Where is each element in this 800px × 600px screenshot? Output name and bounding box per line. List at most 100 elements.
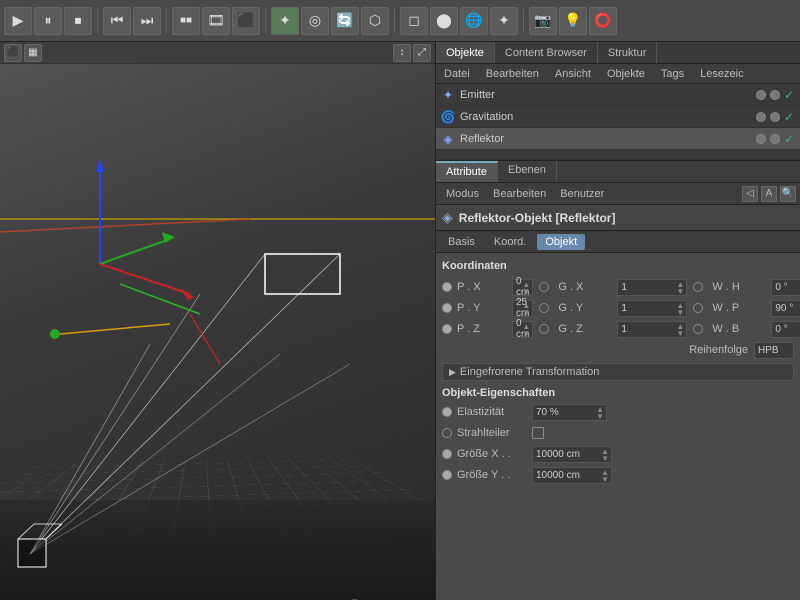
vp-icon-1[interactable]: ⬛ [4, 44, 22, 62]
toolbar-icon-11[interactable]: 🔄 [331, 7, 359, 35]
gravitation-dot1[interactable] [756, 112, 766, 122]
pz-arrows: ▲▼ [522, 323, 530, 337]
menu-datei[interactable]: Datei [436, 66, 478, 82]
toolbar-icon-13[interactable]: ◻ [400, 7, 428, 35]
reflektor-dot1[interactable] [756, 134, 766, 144]
menu-bearbeiten[interactable]: Bearbeiten [478, 66, 547, 82]
tab-objekte[interactable]: Objekte [436, 42, 495, 63]
toolbar-icon-1[interactable]: ▶ [4, 7, 32, 35]
toolbar-icon-8[interactable]: ⬛ [232, 7, 260, 35]
toolbar-icon-12[interactable]: ⬡ [361, 7, 389, 35]
gravitation-dot2[interactable] [770, 112, 780, 122]
obj-title-icon: ◈ [442, 209, 453, 226]
gz-input[interactable]: 1 ▲▼ [617, 321, 687, 338]
grosse-y-input[interactable]: 10000 cm ▲▼ [532, 467, 612, 484]
toolbar-icon-18[interactable]: 💡 [559, 7, 587, 35]
strahteiler-radio[interactable] [442, 428, 452, 438]
reihenfolge-val[interactable]: HPB [754, 342, 794, 359]
grosse-y-arrows: ▲▼ [601, 469, 609, 483]
viewport[interactable]: ⬛ ▦ ↕ ⤢ [0, 42, 435, 600]
wb-radio[interactable] [693, 324, 703, 334]
prop-row-elastizitat: Elastizität 70 % ▲▼ [436, 402, 800, 422]
gravitation-icon: 🌀 [440, 109, 456, 125]
vp-icon-arrows[interactable]: ↕ [393, 44, 411, 62]
grosse-x-input[interactable]: 10000 cm ▲▼ [532, 446, 612, 463]
wp-input[interactable]: 90 ° ▲▼ [771, 300, 800, 317]
emitter-check: ✓ [784, 88, 794, 102]
menu-ansicht[interactable]: Ansicht [547, 66, 599, 82]
attr-modus-btn[interactable]: Modus [440, 187, 485, 201]
vp-icon-expand[interactable]: ⤢ [413, 44, 431, 62]
subtab-objekt[interactable]: Objekt [537, 234, 585, 250]
px-input[interactable]: 0 cm ▲▼ [512, 279, 533, 296]
strahteiler-checkbox[interactable] [532, 427, 544, 439]
toolbar-icon-3[interactable]: ⏹ [64, 7, 92, 35]
obj-title-text: Reflektor-Objekt [Reflektor] [459, 211, 616, 225]
wh-input[interactable]: 0 ° ▲▼ [771, 279, 800, 296]
toolbar-icon-4[interactable]: ⏮ [103, 7, 131, 35]
attr-icon-a[interactable]: A [761, 186, 777, 202]
px-radio[interactable] [442, 282, 452, 292]
attr-icon-left[interactable]: ◁ [742, 186, 758, 202]
tab-content-browser[interactable]: Content Browser [495, 42, 598, 63]
wp-radio[interactable] [693, 303, 703, 313]
obj-row-gravitation[interactable]: 🌀 Gravitation ✓ [436, 106, 800, 128]
menu-tags[interactable]: Tags [653, 66, 692, 82]
toolbar-icon-19[interactable]: ⭕ [589, 7, 617, 35]
attr-benutzer-btn[interactable]: Benutzer [554, 187, 610, 201]
toolbar-icon-14[interactable]: ⬤ [430, 7, 458, 35]
toolbar-icon-7[interactable]: 🎞 [202, 7, 230, 35]
menu-lesezeic[interactable]: Lesezeic [692, 66, 751, 82]
wb-input[interactable]: 0 ° ▲▼ [771, 321, 800, 338]
py-radio[interactable] [442, 303, 452, 313]
grosse-y-radio[interactable] [442, 470, 452, 480]
toolbar-icon-10[interactable]: ◎ [301, 7, 329, 35]
gx-radio[interactable] [539, 282, 549, 292]
toolbar-icon-17[interactable]: 📷 [529, 7, 557, 35]
reihenfolge-value: HPB [758, 345, 779, 356]
gz-label: G . Z [558, 323, 613, 335]
attr-bearbeiten-btn[interactable]: Bearbeiten [487, 187, 552, 201]
obj-row-reflektor[interactable]: ◈ Reflektor ✓ [436, 128, 800, 150]
subtab-koord[interactable]: Koord. [486, 234, 534, 250]
frozen-btn[interactable]: ▶ Eingefrorene Transformation [442, 363, 794, 381]
grosse-x-radio[interactable] [442, 449, 452, 459]
px-label: P . X [457, 281, 512, 293]
tab-attribute[interactable]: Attribute [436, 161, 498, 182]
toolbar-sep-4 [394, 9, 395, 33]
emitter-dot1[interactable] [756, 90, 766, 100]
panel-menu: Datei Bearbeiten Ansicht Objekte Tags Le… [436, 64, 800, 84]
toolbar-icon-6[interactable]: ■■ [172, 7, 200, 35]
gy-radio[interactable] [539, 303, 549, 313]
pz-input[interactable]: 0 cm ▲▼ [512, 321, 533, 338]
subtab-basis[interactable]: Basis [440, 234, 483, 250]
elastizitat-input[interactable]: 70 % ▲▼ [532, 404, 607, 421]
gravitation-name: Gravitation [460, 111, 754, 123]
toolbar-icon-5[interactable]: ⏭ [133, 7, 161, 35]
attr-icon-search[interactable]: 🔍 [780, 186, 796, 202]
gy-value: 1 [621, 303, 627, 314]
koordinaten-header: Koordinaten [436, 257, 800, 275]
toolbar-icon-9[interactable]: ✦ [271, 7, 299, 35]
strahteiler-label: Strahlteiler [457, 427, 532, 439]
obj-row-emitter[interactable]: ✦ Emitter ✓ [436, 84, 800, 106]
toolbar-icon-15[interactable]: 🌐 [460, 7, 488, 35]
toolbar-icon-2[interactable]: ⏸ [34, 7, 62, 35]
toolbar-icon-16[interactable]: ✦ [490, 7, 518, 35]
emitter-dot2[interactable] [770, 90, 780, 100]
wb-value: 0 ° [775, 324, 787, 335]
tab-struktur[interactable]: Struktur [598, 42, 658, 63]
pz-radio[interactable] [442, 324, 452, 334]
gz-radio[interactable] [539, 324, 549, 334]
wh-radio[interactable] [693, 282, 703, 292]
elastizitat-radio[interactable] [442, 407, 452, 417]
py-input[interactable]: 25 cm ▲▼ [512, 300, 533, 317]
tab-ebenen[interactable]: Ebenen [498, 161, 557, 182]
gx-input[interactable]: 1 ▲▼ [617, 279, 687, 296]
reflektor-dot2[interactable] [770, 134, 780, 144]
menu-objekte[interactable]: Objekte [599, 66, 653, 82]
toolbar-sep-5 [523, 9, 524, 33]
gy-input[interactable]: 1 ▲▼ [617, 300, 687, 317]
toolbar-sep-1 [97, 9, 98, 33]
vp-icon-2[interactable]: ▦ [24, 44, 42, 62]
